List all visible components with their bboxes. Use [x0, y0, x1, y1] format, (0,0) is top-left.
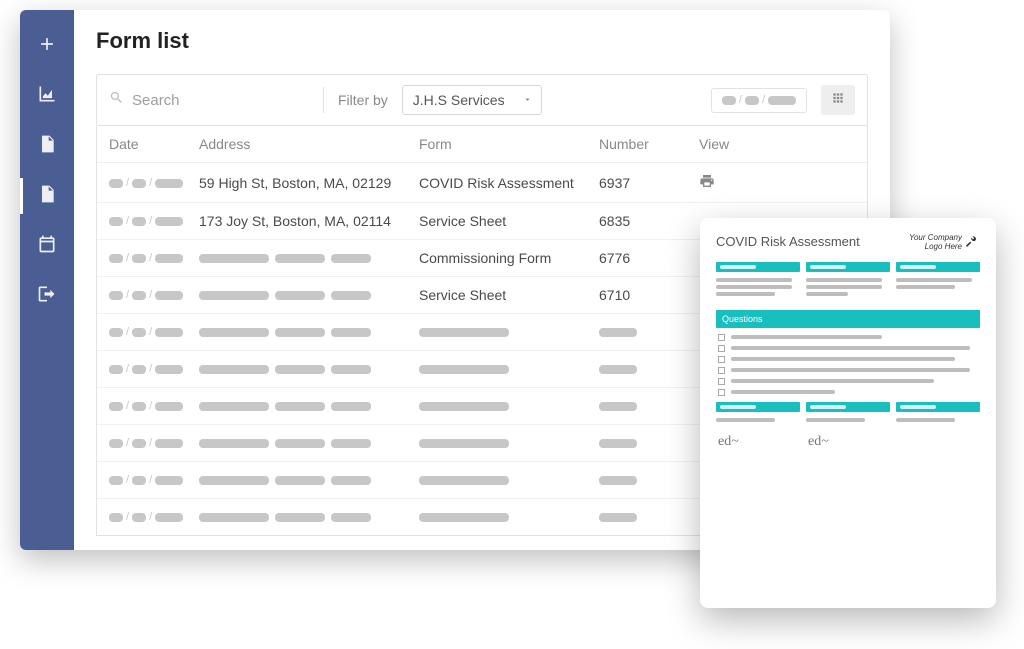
cell-address	[199, 287, 419, 303]
cell-address	[199, 398, 419, 414]
cell-date: //	[109, 472, 199, 488]
cell-address	[199, 435, 419, 451]
cell-address	[199, 250, 419, 266]
cell-number	[599, 435, 699, 451]
cell-number	[599, 361, 699, 377]
sidebar	[20, 10, 74, 550]
cell-date: //	[109, 287, 199, 303]
doc-section-questions: Questions	[716, 310, 980, 328]
cell-date: //	[109, 398, 199, 414]
print-icon[interactable]	[699, 176, 715, 192]
col-form: Form	[419, 136, 599, 152]
file-dollar-icon	[37, 134, 57, 159]
cell-address	[199, 324, 419, 340]
grid-icon	[831, 91, 845, 110]
divider	[323, 87, 324, 113]
cell-form	[419, 435, 599, 451]
cell-number: 6937	[599, 175, 699, 191]
chart-area-icon	[37, 84, 57, 109]
sidebar-item-add[interactable]	[20, 24, 74, 68]
cell-form	[419, 324, 599, 340]
doc-checklist	[716, 328, 980, 400]
document-preview[interactable]: COVID Risk Assessment Your Company Logo …	[700, 218, 996, 608]
cell-number	[599, 509, 699, 525]
company-logo-placeholder: Your Company Logo Here	[909, 234, 980, 252]
doc-title: COVID Risk Assessment	[716, 234, 860, 249]
doc-header: COVID Risk Assessment Your Company Logo …	[716, 234, 980, 252]
cell-date: //	[109, 213, 199, 229]
cell-date: //	[109, 435, 199, 451]
cell-address	[199, 509, 419, 525]
filter-value: J.H.S Services	[413, 92, 505, 108]
cell-address: 173 Joy St, Boston, MA, 02114	[199, 213, 419, 229]
cell-date: //	[109, 250, 199, 266]
logout-icon	[37, 284, 57, 309]
cell-form	[419, 472, 599, 488]
cell-form	[419, 361, 599, 377]
view-grid-button[interactable]	[821, 85, 855, 115]
plus-icon	[37, 34, 57, 59]
file-lines-icon	[37, 184, 57, 209]
sidebar-item-calendar[interactable]	[20, 224, 74, 268]
table-row[interactable]: //59 High St, Boston, MA, 02129COVID Ris…	[97, 163, 867, 203]
doc-info-grid	[716, 262, 980, 302]
sidebar-item-invoices[interactable]	[20, 124, 74, 168]
cell-number: 6835	[599, 213, 699, 229]
col-view: View	[699, 136, 779, 152]
filter-label: Filter by	[338, 92, 388, 108]
date-filter[interactable]: //	[711, 88, 807, 113]
cell-date: //	[109, 509, 199, 525]
cell-form: Commissioning Form	[419, 250, 599, 266]
cell-address	[199, 472, 419, 488]
cell-form: COVID Risk Assessment	[419, 175, 599, 191]
calendar-icon	[37, 234, 57, 259]
signature-icon: ed~	[716, 428, 800, 452]
tools-icon	[966, 234, 980, 251]
cell-number	[599, 324, 699, 340]
cell-address	[199, 361, 419, 377]
cell-form	[419, 509, 599, 525]
cell-form: Service Sheet	[419, 287, 599, 303]
page-title: Form list	[96, 28, 868, 54]
cell-form: Service Sheet	[419, 213, 599, 229]
sidebar-item-logout[interactable]	[20, 274, 74, 318]
cell-date: //	[109, 175, 199, 191]
cell-number	[599, 398, 699, 414]
cell-number	[599, 472, 699, 488]
cell-form	[419, 398, 599, 414]
cell-date: //	[109, 361, 199, 377]
col-address: Address	[199, 136, 419, 152]
doc-signature-row: ed~ ed~	[716, 402, 980, 452]
cell-number: 6776	[599, 250, 699, 266]
table-header: Date Address Form Number View	[97, 126, 867, 163]
filter-select[interactable]: J.H.S Services	[402, 85, 542, 115]
search-icon	[109, 90, 124, 110]
date-placeholder-icon: //	[722, 95, 796, 106]
cell-number: 6710	[599, 287, 699, 303]
col-date: Date	[109, 136, 199, 152]
sidebar-item-analytics[interactable]	[20, 74, 74, 118]
sidebar-item-forms[interactable]	[20, 174, 74, 218]
toolbar: Filter by J.H.S Services //	[96, 74, 868, 126]
signature-icon: ed~	[806, 428, 890, 452]
cell-view	[699, 173, 779, 192]
chevron-down-icon	[522, 92, 533, 108]
cell-date: //	[109, 324, 199, 340]
cell-address: 59 High St, Boston, MA, 02129	[199, 175, 419, 191]
search-field[interactable]	[109, 90, 309, 110]
col-number: Number	[599, 136, 699, 152]
search-input[interactable]	[132, 92, 309, 109]
